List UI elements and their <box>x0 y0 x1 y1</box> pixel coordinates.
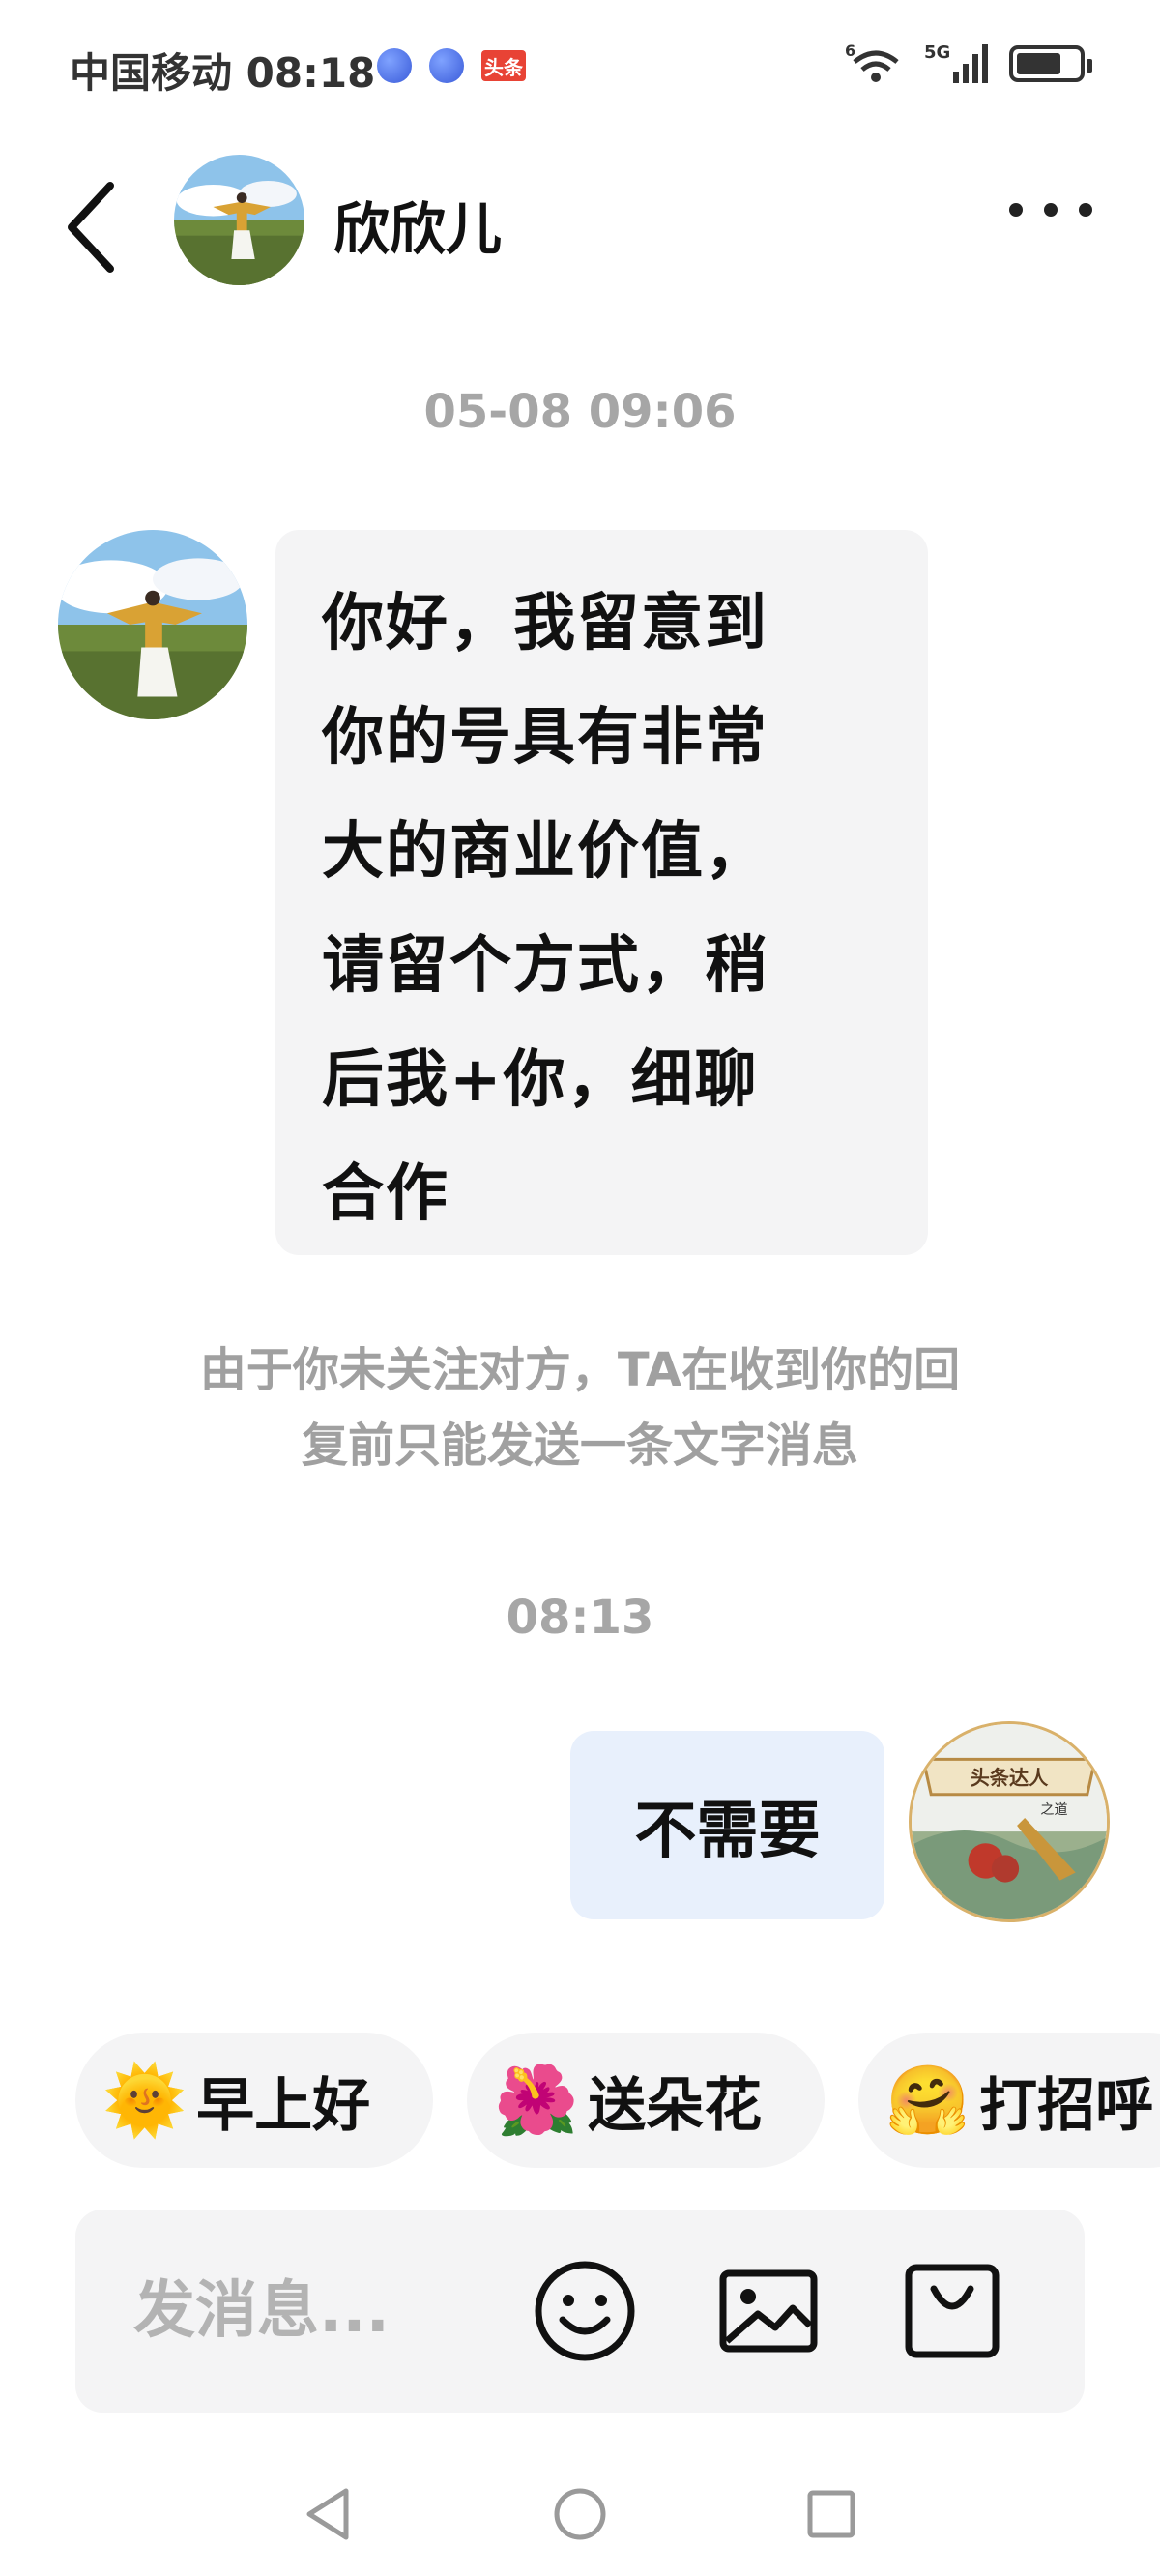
quick-reply-say-hi[interactable]: 🤗 打招呼 <box>858 2033 1160 2168</box>
quick-reply-label: 送朵花 <box>588 2071 763 2140</box>
dot-icon <box>1009 203 1023 217</box>
more-options-button[interactable] <box>1009 203 1092 217</box>
quick-reply-label: 早上好 <box>196 2071 371 2140</box>
avatar-photo-icon <box>58 530 247 719</box>
avatar-photo-icon <box>174 155 304 285</box>
emoji-icon[interactable] <box>530 2256 640 2366</box>
battery-icon <box>1009 45 1092 82</box>
message-line: 你好，我留意到 <box>322 588 768 659</box>
message-line: 请留个方式，稍 <box>322 930 768 1002</box>
sent-message-bubble[interactable]: 不需要 <box>570 1731 884 1919</box>
avatar-caption: 头条达人 <box>971 1767 1050 1790</box>
system-navigation-bar <box>0 2456 1160 2576</box>
system-notice: 由于你未关注对方，TA在收到你的回 复前只能发送一条文字消息 <box>106 1332 1054 1483</box>
message-timestamp: 08:13 <box>506 1591 654 1645</box>
chat-screen: 中国移动 08:18 头条 6 5G 欣欣儿 05-08 09:06 你好，我留… <box>0 0 1160 2576</box>
status-bar: 中国移动 08:18 头条 6 5G <box>0 0 1160 135</box>
carrier-time: 中国移动 08:18 <box>70 49 376 97</box>
message-input[interactable]: 发消息... <box>133 2210 390 2413</box>
notice-line: 由于你未关注对方，TA在收到你的回 <box>199 1343 961 1397</box>
shopping-bag-icon[interactable] <box>897 2256 1007 2366</box>
quick-reply-good-morning[interactable]: 🌞 早上好 <box>75 2033 433 2168</box>
dot-icon <box>1079 203 1092 217</box>
signal-label: 5G <box>924 43 950 63</box>
nav-back-icon[interactable] <box>298 2483 360 2545</box>
sender-avatar[interactable] <box>58 530 247 719</box>
quick-reply-send-flower[interactable]: 🌺 送朵花 <box>467 2033 825 2168</box>
browser-notification-icon <box>377 48 412 83</box>
contact-name[interactable]: 欣欣儿 <box>334 184 502 265</box>
message-composer: 发消息... <box>75 2210 1085 2413</box>
system-icons: 6 5G <box>845 43 1092 85</box>
avatar-caption: 之道 <box>1040 1802 1067 1818</box>
contact-avatar[interactable] <box>174 155 304 285</box>
avatar-artwork-icon: 头条达人 之道 <box>912 1724 1107 1919</box>
dot-icon <box>1044 203 1058 217</box>
nav-recents-icon[interactable] <box>800 2483 862 2545</box>
message-line: 合作 <box>322 1158 450 1230</box>
image-icon[interactable] <box>713 2256 824 2366</box>
browser-notification-icon <box>429 48 464 83</box>
flower-icon: 🌺 <box>494 2061 579 2140</box>
received-message-bubble[interactable]: 你好，我留意到 你的号具有非常 大的商业价值， 请留个方式，稍 后我+你，细聊 … <box>276 530 928 1255</box>
nav-home-icon[interactable] <box>549 2483 611 2545</box>
toutiao-notification-icon: 头条 <box>481 50 526 81</box>
chat-header: 欣欣儿 <box>0 145 1160 290</box>
message-timestamp: 05-08 09:06 <box>423 385 737 439</box>
message-line: 后我+你，细聊 <box>322 1044 759 1116</box>
back-button[interactable] <box>56 174 133 280</box>
message-line: 大的商业价值， <box>322 816 768 888</box>
wifi-icon: 6 <box>845 43 899 82</box>
notification-icons: 头条 <box>377 48 526 83</box>
my-avatar[interactable]: 头条达人 之道 <box>909 1721 1110 1922</box>
quick-reply-bar: 🌞 早上好 🌺 送朵花 🤗 打招呼 <box>75 2033 1160 2168</box>
notice-line: 复前只能发送一条文字消息 <box>301 1419 858 1473</box>
sun-sunglasses-icon: 🌞 <box>102 2061 188 2140</box>
signal-icon: 5G <box>924 43 988 83</box>
message-line: 你的号具有非常 <box>322 702 768 774</box>
waving-face-icon: 🤗 <box>885 2061 971 2140</box>
quick-reply-label: 打招呼 <box>979 2071 1154 2140</box>
wifi-label: 6 <box>845 43 856 60</box>
